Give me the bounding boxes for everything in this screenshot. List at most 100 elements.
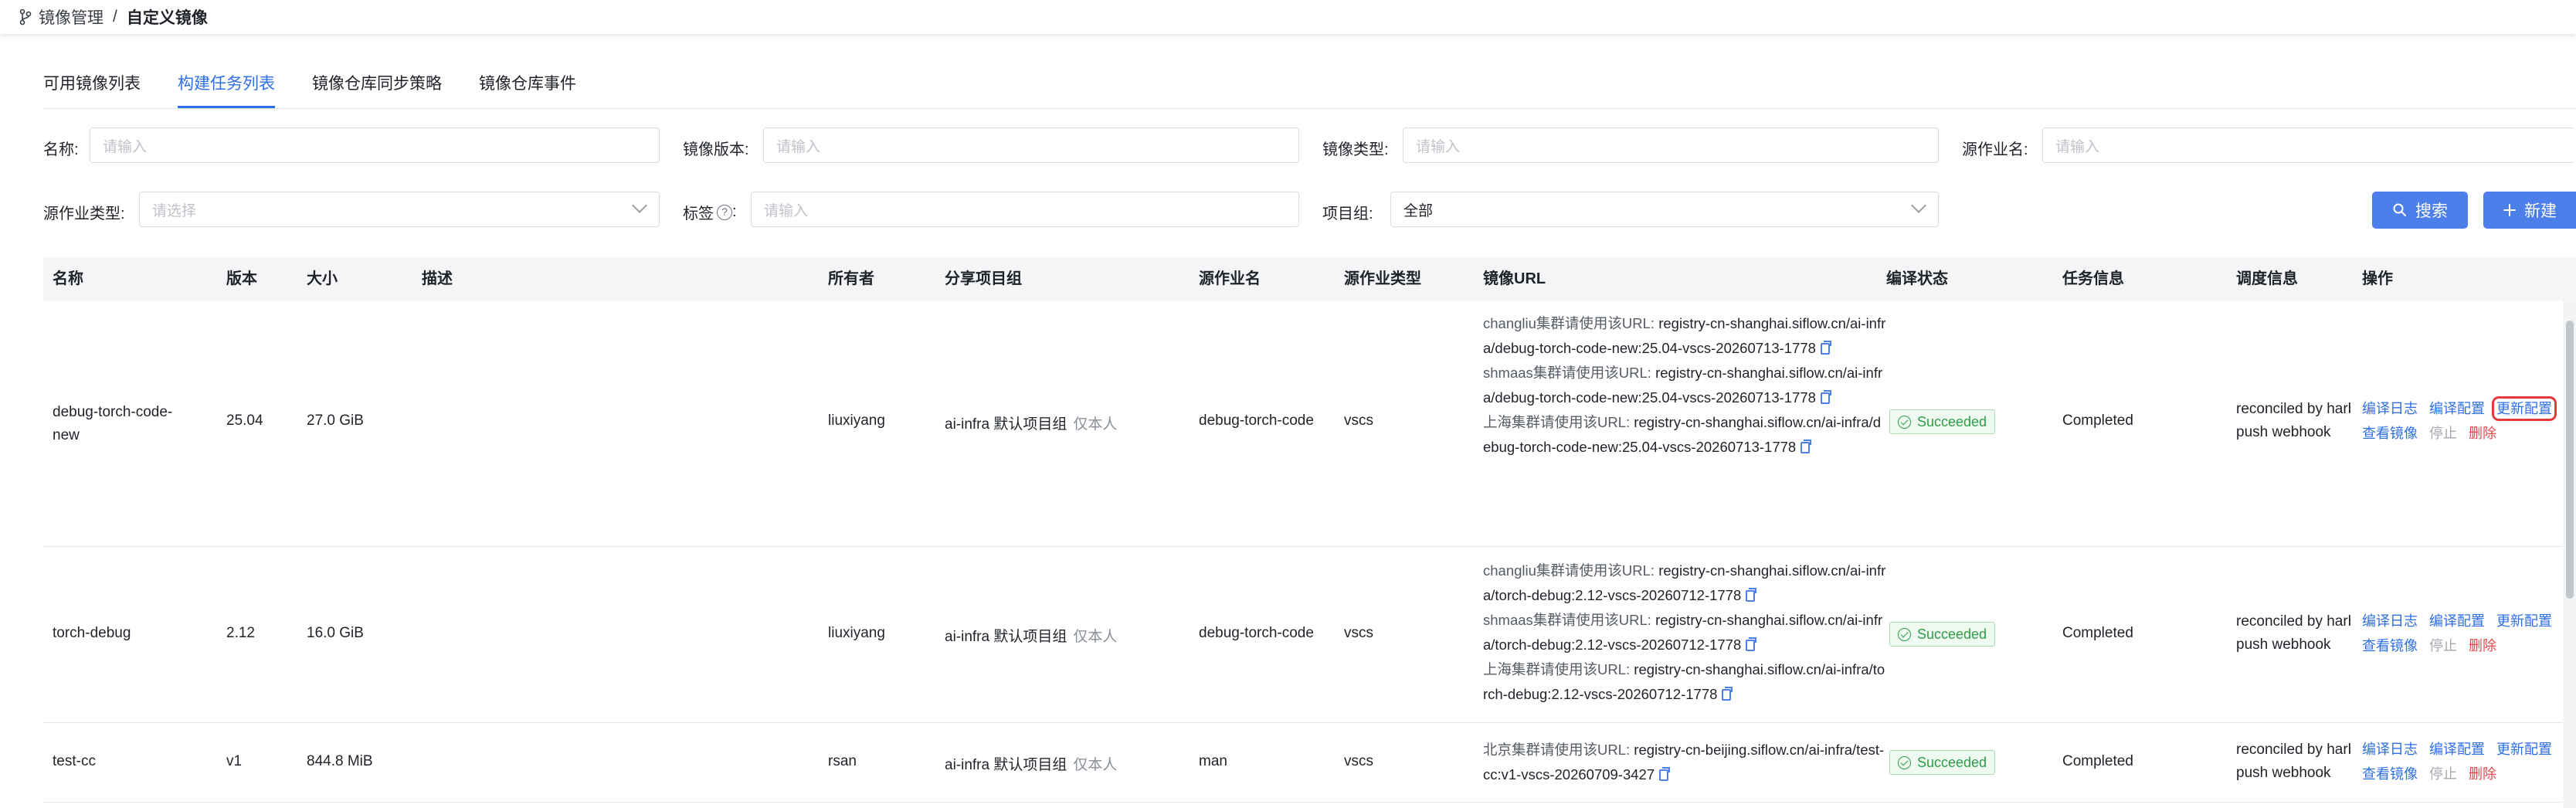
schedule-info: reconciled by harbor push webhook xyxy=(2236,401,2350,440)
source-job-type: vscs xyxy=(1344,412,1373,429)
check-circle-icon xyxy=(1898,415,1911,429)
vertical-scrollbar[interactable] xyxy=(2563,300,2576,808)
tag-label-colon: : xyxy=(732,203,737,220)
col-image-url: 镜像URL xyxy=(1483,270,1546,287)
copy-icon[interactable] xyxy=(1820,341,1831,355)
create-button-label: 新建 xyxy=(2524,202,2557,220)
stop-link[interactable]: 停止 xyxy=(2429,638,2457,654)
copy-icon[interactable] xyxy=(1746,637,1757,651)
build-config-link[interactable]: 编译配置 xyxy=(2429,742,2485,757)
status-badge: Succeeded xyxy=(1889,409,1996,434)
source-job-type-filter-label: 源作业类型: xyxy=(43,205,125,222)
source-job-type: vscs xyxy=(1344,753,1373,769)
source-job: man xyxy=(1199,753,1227,769)
table-row: test-cc v1 844.8 MiB rsan ai-infra 默认项目组… xyxy=(43,724,2576,803)
project-group-filter-label: 项目组: xyxy=(1322,205,1373,222)
share-group: ai-infra 默认项目组 仅本人 xyxy=(945,757,1118,773)
image-name: test-cc xyxy=(53,753,96,769)
delete-link[interactable]: 删除 xyxy=(2469,766,2496,782)
version-filter-label: 镜像版本: xyxy=(683,141,749,158)
copy-icon[interactable] xyxy=(1800,440,1812,453)
help-icon[interactable]: ? xyxy=(717,204,732,220)
image-url-entry: changliu集群请使用该URL: registry-cn-shanghai.… xyxy=(1483,315,1886,356)
copy-icon[interactable] xyxy=(1659,767,1671,781)
breadcrumb-separator: / xyxy=(113,8,117,25)
image-version: 2.12 xyxy=(226,625,255,641)
tag-filter-label: 标签 ? : xyxy=(683,201,737,223)
source-job-type: vscs xyxy=(1344,625,1373,641)
search-button-label: 搜索 xyxy=(2415,202,2448,220)
col-size: 大小 xyxy=(307,270,338,287)
tab-registry-events[interactable]: 镜像仓库事件 xyxy=(479,65,576,108)
breadcrumb-parent[interactable]: 镜像管理 xyxy=(39,5,104,29)
col-build-status: 编译状态 xyxy=(1886,270,1948,287)
task-info: Completed xyxy=(2062,753,2133,769)
image-version: v1 xyxy=(226,753,243,769)
copy-icon[interactable] xyxy=(1722,687,1733,701)
build-config-link[interactable]: 编译配置 xyxy=(2429,613,2485,629)
table-row: torch-debug 2.12 16.0 GiB liuxiyang ai-i… xyxy=(43,548,2576,723)
view-image-link[interactable]: 查看镜像 xyxy=(2362,766,2418,782)
source-job-type-select[interactable]: 请选择 xyxy=(139,192,660,227)
tab-build-tasks[interactable]: 构建任务列表 xyxy=(178,65,275,108)
image-owner: rsan xyxy=(828,753,857,769)
chevron-down-icon xyxy=(1911,198,1926,213)
version-filter-input[interactable]: 请输入 xyxy=(763,127,1299,163)
delete-link[interactable]: 删除 xyxy=(2469,426,2496,441)
plus-icon xyxy=(2503,204,2516,216)
delete-link[interactable]: 删除 xyxy=(2469,638,2496,654)
schedule-info: reconciled by harbor push webhook xyxy=(2236,742,2350,781)
chevron-down-icon xyxy=(632,198,647,213)
search-icon xyxy=(2393,203,2406,216)
create-button[interactable]: 新建 xyxy=(2483,192,2576,229)
breadcrumb-current: 自定义镜像 xyxy=(126,9,208,27)
stop-link[interactable]: 停止 xyxy=(2429,426,2457,441)
share-scope-tag: 仅本人 xyxy=(1073,629,1118,645)
copy-icon[interactable] xyxy=(1820,390,1831,404)
image-version: 25.04 xyxy=(226,412,263,429)
type-filter-input[interactable]: 请输入 xyxy=(1403,127,1939,163)
project-group-select[interactable]: 全部 xyxy=(1390,192,1939,227)
image-url-entry: shmaas集群请使用该URL: registry-cn-shanghai.si… xyxy=(1483,612,1883,653)
table-row: debug-torch-code- new 25.04 27.0 GiB liu… xyxy=(43,300,2576,547)
image-size: 16.0 GiB xyxy=(307,625,364,641)
image-url-entry: shmaas集群请使用该URL: registry-cn-shanghai.si… xyxy=(1483,365,1883,406)
image-url-entry: changliu集群请使用该URL: registry-cn-shanghai.… xyxy=(1483,562,1886,603)
image-url-list: changliu集群请使用该URL: registry-cn-shanghai.… xyxy=(1483,558,1889,707)
build-log-link[interactable]: 编译日志 xyxy=(2362,401,2418,416)
view-image-link[interactable]: 查看镜像 xyxy=(2362,638,2418,654)
scrollbar-thumb[interactable] xyxy=(2566,321,2574,599)
tag-filter-input[interactable]: 请输入 xyxy=(751,192,1299,227)
source-job: debug-torch-code xyxy=(1199,625,1314,641)
col-schedule: 调度信息 xyxy=(2236,270,2298,287)
stop-link[interactable]: 停止 xyxy=(2429,766,2457,782)
image-size: 844.8 MiB xyxy=(307,753,373,769)
build-log-link[interactable]: 编译日志 xyxy=(2362,742,2418,757)
col-source-job: 源作业名 xyxy=(1199,270,1261,287)
source-job-filter-label: 源作业名: xyxy=(1962,141,2028,158)
search-button[interactable]: 搜索 xyxy=(2372,192,2468,229)
view-image-link[interactable]: 查看镜像 xyxy=(2362,426,2418,441)
copy-icon[interactable] xyxy=(1746,588,1757,602)
share-group: ai-infra 默认项目组 仅本人 xyxy=(945,416,1118,433)
image-url-list: changliu集群请使用该URL: registry-cn-shanghai.… xyxy=(1483,311,1889,460)
tab-divider xyxy=(43,108,2576,109)
type-filter-label: 镜像类型: xyxy=(1322,141,1389,158)
update-config-link[interactable]: 更新配置 xyxy=(2492,396,2557,421)
image-url-entry: 北京集群请使用该URL: registry-cn-beijing.siflow.… xyxy=(1483,742,1885,783)
share-group: ai-infra 默认项目组 仅本人 xyxy=(945,629,1118,645)
share-scope-tag: 仅本人 xyxy=(1073,757,1118,773)
build-config-link[interactable]: 编译配置 xyxy=(2429,401,2485,416)
tab-available-images[interactable]: 可用镜像列表 xyxy=(43,65,141,108)
update-config-link[interactable]: 更新配置 xyxy=(2496,742,2552,757)
build-log-link[interactable]: 编译日志 xyxy=(2362,613,2418,629)
update-config-link[interactable]: 更新配置 xyxy=(2496,613,2552,629)
project-group-value: 全部 xyxy=(1403,202,1434,219)
tab-sync-policy[interactable]: 镜像仓库同步策略 xyxy=(312,65,442,108)
col-task-info: 任务信息 xyxy=(2062,270,2124,287)
col-description: 描述 xyxy=(422,270,453,287)
name-filter-input[interactable]: 请输入 xyxy=(90,127,660,163)
col-owner: 所有者 xyxy=(828,270,874,287)
source-job-filter-input[interactable]: 请输入 xyxy=(2042,127,2575,163)
image-owner: liuxiyang xyxy=(828,412,885,429)
